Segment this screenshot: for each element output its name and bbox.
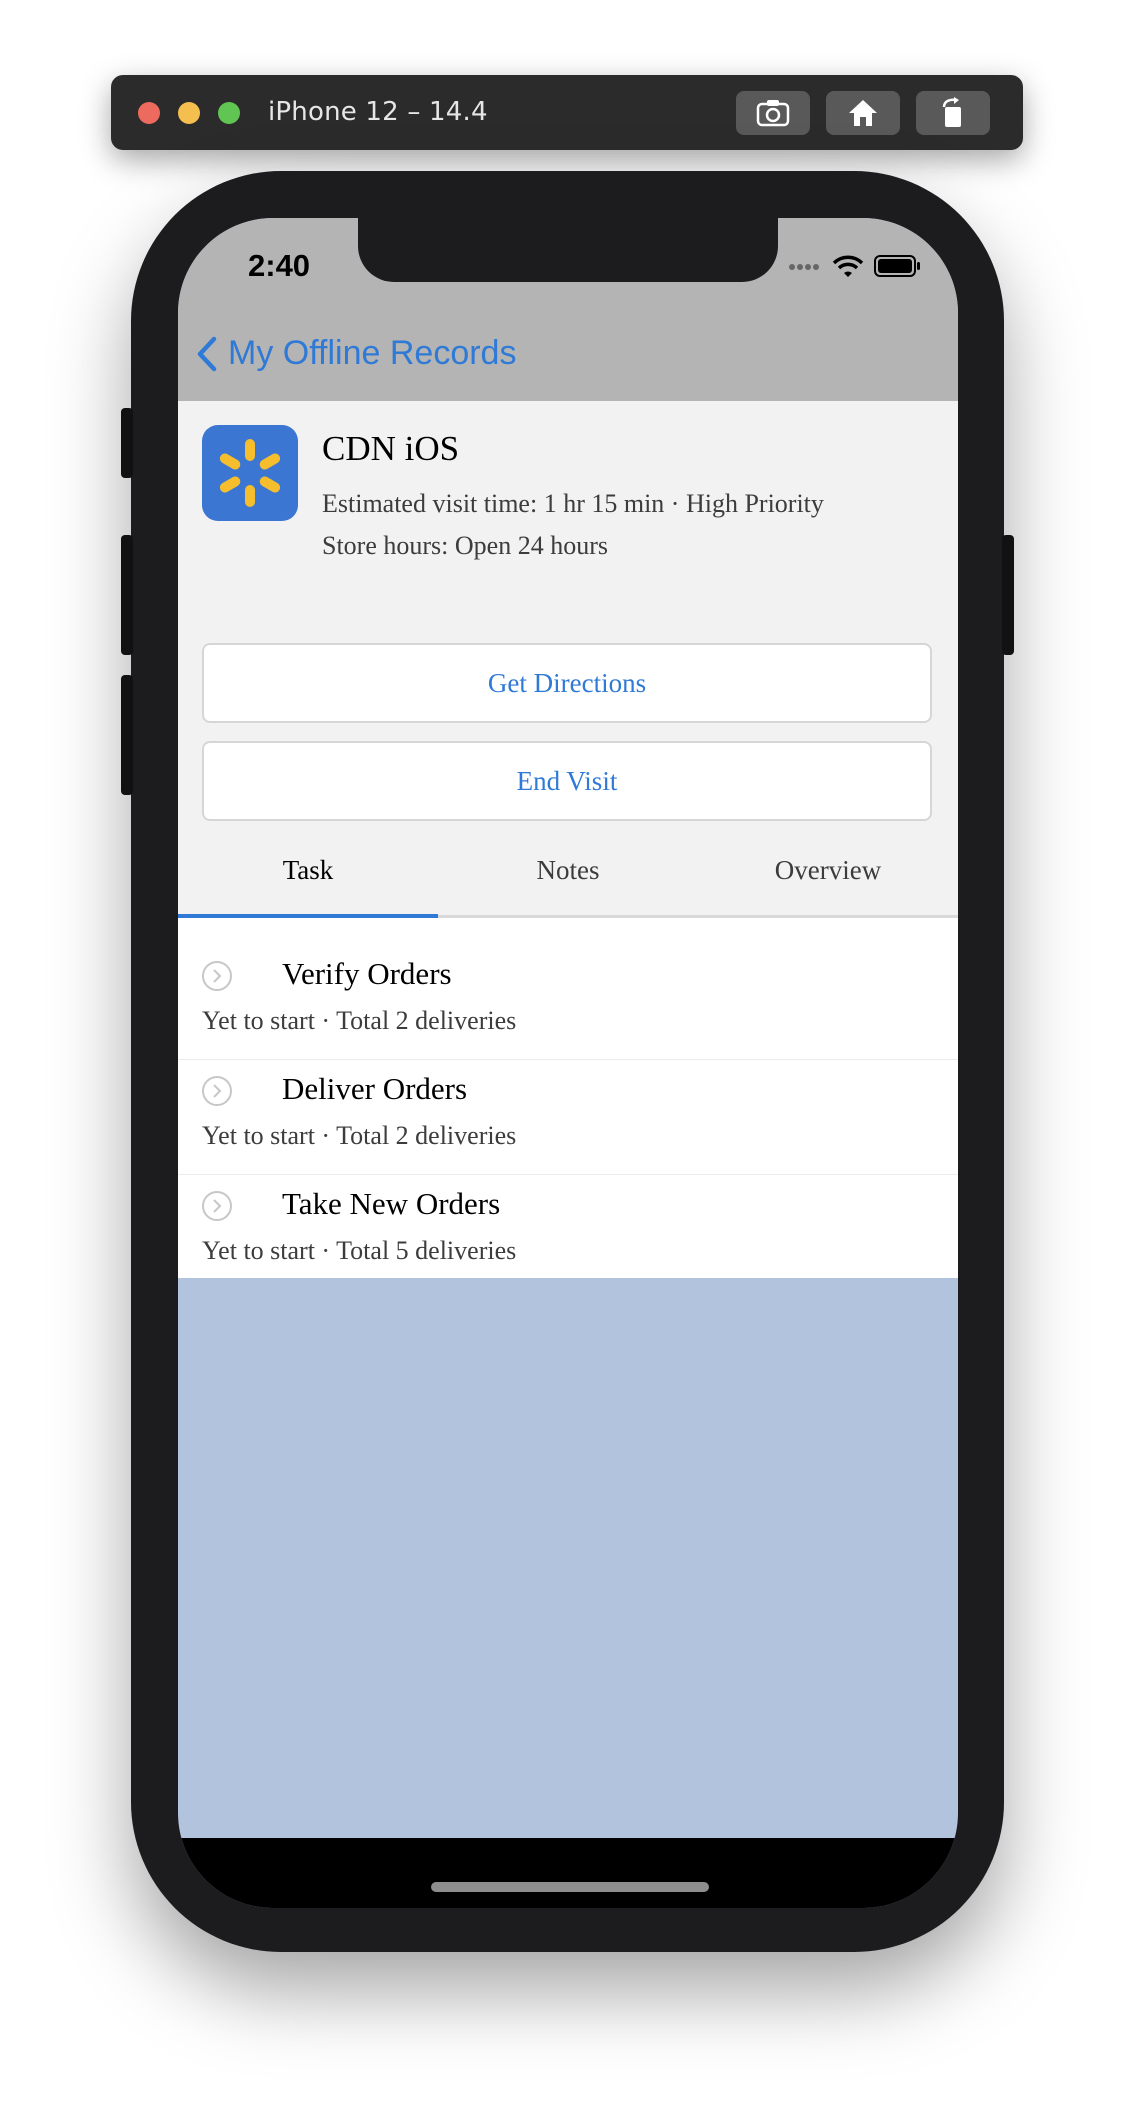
volume-up-button xyxy=(121,535,133,655)
status-icons xyxy=(788,254,922,278)
minimize-window-button[interactable] xyxy=(178,102,200,124)
task-title: Verify Orders xyxy=(282,956,452,991)
phone-screen: 2:40 My Offline Records CDN iOS Estimate… xyxy=(178,218,958,1908)
end-visit-button[interactable]: End Visit xyxy=(202,741,932,821)
screenshot-icon xyxy=(756,100,790,127)
tab-bar: Task Notes Overview xyxy=(178,826,958,918)
home-button[interactable] xyxy=(826,91,900,135)
spark-logo-icon xyxy=(219,439,281,507)
chevron-left-icon xyxy=(197,336,217,371)
wifi-icon xyxy=(832,255,864,277)
notch xyxy=(358,218,778,282)
chevron-right-icon xyxy=(202,961,232,991)
store-logo xyxy=(202,425,298,521)
simulator-title: iPhone 12 – 14.4 xyxy=(268,97,488,127)
task-title: Deliver Orders xyxy=(282,1071,468,1106)
task-row[interactable]: Take New Orders Yet to start · Total 5 d… xyxy=(178,1176,958,1290)
task-row[interactable]: Deliver Orders Yet to start · Total 2 de… xyxy=(178,1061,958,1175)
store-name: CDN iOS xyxy=(322,429,460,468)
power-button xyxy=(1002,535,1014,655)
get-directions-button[interactable]: Get Directions xyxy=(202,643,932,723)
rotate-button[interactable] xyxy=(916,91,990,135)
home-icon xyxy=(849,100,877,126)
chevron-right-icon xyxy=(202,1076,232,1106)
status-time: 2:40 xyxy=(248,248,311,283)
tab-notes[interactable]: Notes xyxy=(438,826,698,915)
task-status: Yet to start · Total 2 deliveries xyxy=(202,1006,517,1035)
task-row[interactable]: Verify Orders Yet to start · Total 2 del… xyxy=(178,946,958,1060)
store-hours: Store hours: Open 24 hours xyxy=(322,531,608,560)
task-title: Take New Orders xyxy=(282,1186,501,1221)
rotate-icon xyxy=(942,97,961,127)
battery-icon xyxy=(874,255,920,277)
home-indicator-area xyxy=(178,1838,958,1908)
mute-switch xyxy=(121,408,133,478)
screenshot-button[interactable] xyxy=(736,91,810,135)
close-window-button[interactable] xyxy=(138,102,160,124)
navigation-bar: 2:40 My Offline Records xyxy=(178,218,958,401)
volume-down-button xyxy=(121,675,133,795)
back-button[interactable]: My Offline Records xyxy=(194,334,516,373)
signal-icon xyxy=(789,264,819,270)
back-button-label: My Offline Records xyxy=(228,334,517,372)
task-status: Yet to start · Total 2 deliveries xyxy=(202,1121,517,1150)
home-indicator[interactable] xyxy=(431,1882,709,1892)
simulator-title-bar: iPhone 12 – 14.4 xyxy=(111,75,1023,150)
tab-overview[interactable]: Overview xyxy=(698,826,958,915)
tab-task[interactable]: Task xyxy=(178,826,438,918)
task-list: Verify Orders Yet to start · Total 2 del… xyxy=(178,918,958,1278)
zoom-window-button[interactable] xyxy=(218,102,240,124)
task-status: Yet to start · Total 5 deliveries xyxy=(202,1236,517,1265)
visit-time-priority: Estimated visit time: 1 hr 15 min · High… xyxy=(322,489,824,518)
chevron-right-icon xyxy=(202,1191,232,1221)
visit-detail: CDN iOS Estimated visit time: 1 hr 15 mi… xyxy=(178,401,958,1278)
